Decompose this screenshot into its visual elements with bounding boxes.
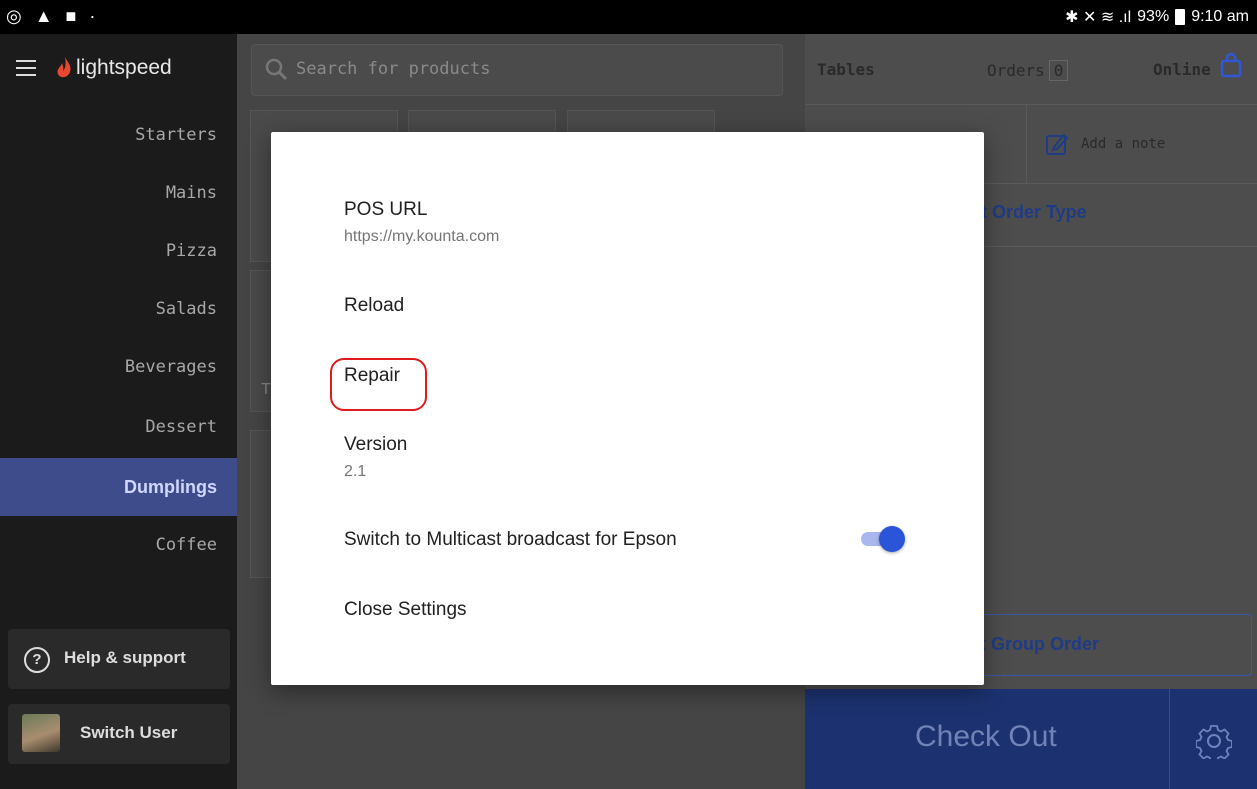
toggle-knob (879, 526, 905, 552)
order-type-label: t Order Type (981, 202, 1087, 222)
category-mains[interactable]: Mains (0, 164, 237, 222)
group-order-label: t Group Order (980, 634, 1100, 654)
sidebar: lightspeed Starters Mains Pizza Salads B… (0, 34, 237, 789)
switch-user-button[interactable]: Switch User (8, 704, 230, 764)
add-note-button[interactable]: Add a note (1081, 136, 1165, 152)
online-label[interactable]: Online (1153, 60, 1211, 79)
category-beverages[interactable]: Beverages (0, 338, 237, 396)
clock: 9:10 am (1191, 8, 1249, 25)
multicast-label: Switch to Multicast broadcast for Epson (344, 529, 677, 550)
help-icon: ? (24, 647, 50, 673)
search-input[interactable]: Search for products (251, 44, 783, 96)
battery-icon (1175, 9, 1186, 25)
category-pizza[interactable]: Pizza (0, 222, 237, 280)
status-bar-right: ✱ ✕ ≋ .ıl 93% 9:10 am (1065, 7, 1249, 27)
orders-count-badge: 0 (1048, 60, 1069, 81)
repair-item[interactable]: Repair (344, 365, 400, 387)
pos-url-value: https://my.kounta.com (344, 228, 500, 245)
brand-logo: lightspeed (76, 56, 172, 79)
switch-user-label: Switch User (80, 723, 178, 742)
product-tile-label: T (261, 381, 271, 398)
sidebar-header: lightspeed (0, 34, 237, 104)
gear-icon (1196, 725, 1232, 759)
multicast-toggle[interactable] (859, 526, 907, 552)
menu-icon[interactable] (16, 60, 36, 76)
version-item: Version (344, 434, 408, 455)
lightspeed-flame-icon (57, 57, 71, 78)
pos-url-item[interactable]: POS URL (344, 199, 427, 221)
close-settings-item[interactable]: Close Settings (344, 599, 467, 621)
category-starters[interactable]: Starters (0, 106, 237, 164)
help-support-button[interactable]: ? Help & support (8, 629, 230, 689)
settings-dialog: POS URL https://my.kounta.com Reload Rep… (271, 132, 984, 685)
settings-button[interactable] (1170, 689, 1257, 789)
tables-tab[interactable]: Tables (817, 60, 875, 79)
orders-tab[interactable]: Orders 0 (987, 60, 1069, 81)
edit-note-icon[interactable] (1045, 132, 1069, 156)
category-dumplings[interactable]: Dumplings (0, 458, 237, 516)
battery-percent: 93% (1137, 8, 1170, 25)
avatar (22, 714, 60, 752)
order-panel-header: Tables Orders 0 Online (805, 34, 1257, 105)
status-bar: ◎ ▲ ■ · ✱ ✕ ≋ .ıl 93% 9:10 am (0, 0, 1257, 34)
version-value: 2.1 (344, 463, 367, 480)
status-bar-left-icons: ◎ ▲ ■ · (6, 6, 100, 26)
checkout-button[interactable]: Check Out (805, 689, 1169, 789)
divider (1026, 105, 1027, 183)
help-support-label: Help & support (64, 648, 186, 667)
orders-label: Orders (987, 61, 1045, 80)
shopping-bag-icon[interactable] (1220, 52, 1242, 78)
connectivity-icons: ✱ ✕ ≋ .ıl (1065, 9, 1132, 26)
search-placeholder: Search for products (296, 59, 491, 79)
reload-item[interactable]: Reload (344, 295, 404, 317)
category-salads[interactable]: Salads (0, 280, 237, 338)
checkout-label: Check Out (915, 720, 1057, 753)
category-dessert[interactable]: Dessert (0, 398, 237, 456)
category-coffee[interactable]: Coffee (0, 516, 237, 574)
search-icon (265, 58, 288, 81)
